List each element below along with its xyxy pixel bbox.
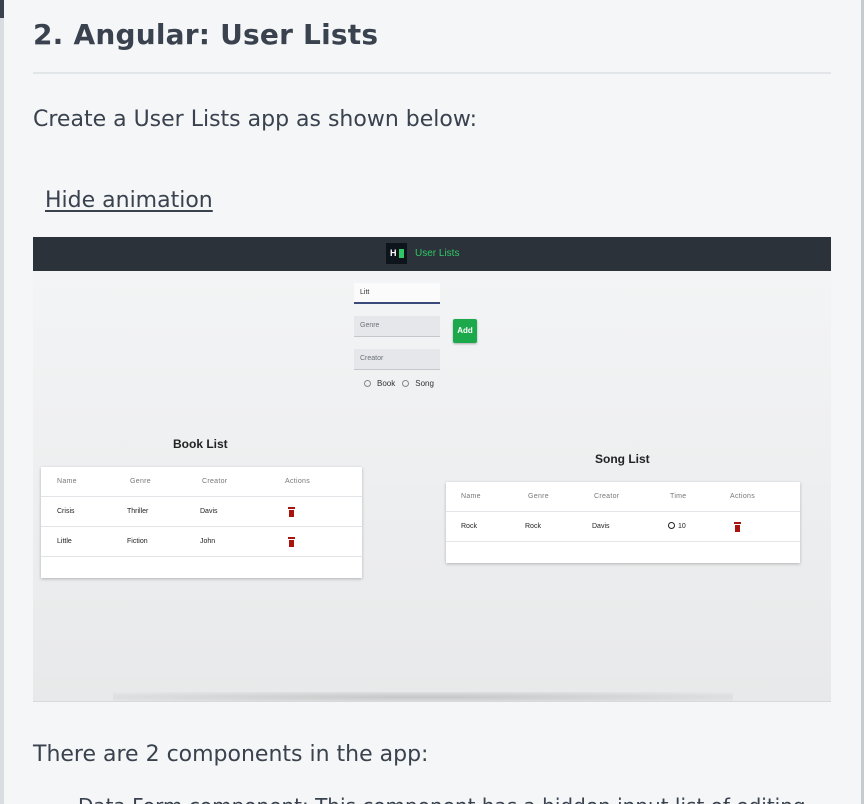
radio-book-icon [364, 380, 371, 387]
song-genre: Rock [525, 523, 541, 530]
demo-genre-input: Genre [354, 316, 440, 337]
song-list-table: Name Genre Creator Time Actions Rock Roc… [446, 482, 800, 563]
demo-title-input: Litt [354, 283, 440, 304]
hide-animation-link[interactable]: Hide animation [45, 188, 213, 213]
demo-animation: H User Lists Litt Genre Creator Add Book… [33, 237, 831, 702]
components-intro-text: There are 2 components in the app: [33, 742, 429, 767]
book-creator: Davis [200, 508, 218, 515]
book-col-name: Name [57, 478, 77, 485]
trash-icon [288, 537, 295, 547]
book-genre: Fiction [127, 538, 148, 545]
hackerrank-logo-icon: H [386, 243, 407, 264]
radio-book-label: Book [377, 379, 396, 388]
song-col-name: Name [461, 493, 481, 500]
song-creator: Davis [592, 523, 610, 530]
demo-add-button: Add [453, 319, 477, 343]
truncated-list-item: Data Form component: This component has … [78, 794, 838, 804]
song-col-time: Time [670, 493, 687, 500]
song-list-title: Song List [595, 452, 650, 466]
demo-creator-input: Creator [354, 349, 440, 370]
demo-app-bar: H User Lists [33, 237, 831, 271]
table-row: Little Fiction John [41, 527, 362, 557]
clock-icon [668, 521, 675, 529]
song-col-genre: Genre [528, 493, 549, 500]
radio-song-icon [402, 380, 410, 387]
song-name: Rock [461, 523, 477, 530]
song-col-creator: Creator [594, 493, 620, 500]
song-table-header: Name Genre Creator Time Actions [446, 482, 800, 512]
book-list-table: Name Genre Creator Actions Crisis Thrill… [41, 467, 362, 578]
book-list-title: Book List [173, 437, 228, 451]
book-genre: Thriller [127, 508, 149, 515]
page-title: 2. Angular: User Lists [33, 18, 379, 51]
book-creator: John [200, 538, 216, 545]
radio-song-label: Song [415, 379, 434, 388]
song-time-value: 10 [678, 523, 686, 530]
book-col-actions: Actions [285, 478, 311, 485]
trash-icon [288, 507, 295, 517]
title-divider [33, 72, 831, 74]
demo-type-radios: Book Song [364, 379, 434, 388]
trash-icon [734, 522, 741, 532]
demo-bottom-shadow [113, 692, 733, 701]
table-row: Rock Rock Davis 10 [446, 512, 800, 542]
table-row: Crisis Thriller Davis [41, 497, 362, 527]
demo-app-title: User Lists [415, 248, 460, 259]
book-name: Little [57, 538, 72, 545]
intro-text: Create a User Lists app as shown below: [33, 107, 478, 132]
book-col-creator: Creator [202, 478, 228, 485]
book-table-header: Name Genre Creator Actions [41, 467, 362, 497]
book-col-genre: Genre [130, 478, 151, 485]
song-col-actions: Actions [730, 493, 756, 500]
book-name: Crisis [57, 508, 75, 515]
song-time: 10 [668, 512, 686, 542]
